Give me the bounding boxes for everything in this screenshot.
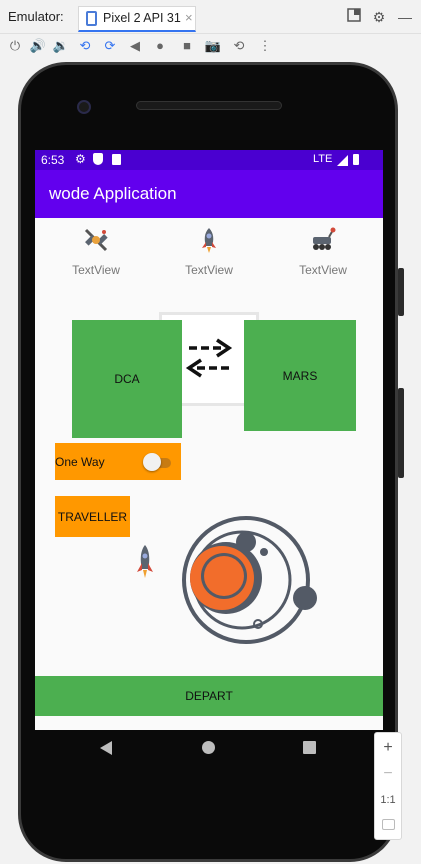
small-rocket-icon [137, 545, 153, 578]
earpiece-speaker [136, 101, 282, 110]
power-side-button [398, 268, 404, 316]
snapshot-icon[interactable]: ⟲ [230, 37, 248, 55]
textview-label: TextView [185, 263, 233, 277]
one-way-switch[interactable]: One Way [55, 443, 181, 480]
back-icon[interactable]: ◀ [126, 37, 144, 55]
app-bar: wode Application [35, 170, 383, 218]
textview-rocket: TextView [169, 226, 249, 277]
phone-icon [86, 11, 97, 26]
overview-icon[interactable]: ■ [178, 37, 196, 55]
window-mode-icon[interactable] [345, 8, 363, 26]
textview-label: TextView [72, 263, 120, 277]
volume-down-icon[interactable]: 🔉 [52, 37, 70, 55]
tab-label: Pixel 2 API 31 [103, 11, 181, 25]
traveller-button[interactable]: TRAVELLER [55, 496, 130, 537]
zoom-panel: + − 1:1 [374, 732, 402, 840]
device-screen: 6:53 ⚙ LTE wode Application TextView Tex… [35, 150, 383, 730]
power-icon[interactable]: ⏻ [6, 37, 24, 55]
status-bar: 6:53 ⚙ LTE [35, 150, 383, 170]
textview-satellite: TextView [56, 226, 136, 277]
emulator-title: Emulator: [8, 9, 64, 24]
nav-back-icon[interactable] [99, 740, 113, 756]
rotate-left-icon[interactable]: ⟲ [76, 37, 94, 55]
network-type: LTE [313, 153, 333, 165]
battery-icon [353, 154, 359, 165]
emulator-titlebar: Emulator: Pixel 2 API 31 × ⚙ — [0, 0, 421, 34]
textview-rover: TextView [283, 226, 363, 277]
nav-overview-icon[interactable] [303, 741, 316, 754]
zoom-in-button[interactable]: + [375, 735, 401, 761]
actual-size-button[interactable]: 1:1 [375, 787, 401, 813]
nav-home-icon[interactable] [202, 741, 215, 754]
satellite-icon [84, 228, 108, 252]
screenshot-icon[interactable]: 📷 [204, 37, 222, 55]
more-icon[interactable]: ⋮ [256, 37, 274, 55]
app-title: wode Application [49, 184, 177, 203]
emulator-toolbar: ⏻ 🔊 🔉 ⟲ ⟳ ◀ ● ■ 📷 ⟲ ⋮ [0, 34, 421, 58]
textview-label: TextView [299, 263, 347, 277]
shield-icon [93, 153, 103, 165]
volume-side-button [398, 388, 404, 478]
swap-arrows-icon[interactable] [185, 336, 235, 380]
settings-status-icon: ⚙ [75, 152, 86, 166]
android-nav-bar [35, 730, 383, 770]
settings-gear-icon[interactable]: ⚙ [370, 8, 388, 26]
destination-box[interactable]: MARS [244, 320, 356, 431]
minimize-icon[interactable]: — [396, 8, 414, 26]
home-icon[interactable]: ● [151, 37, 169, 55]
tab-pixel-2[interactable]: Pixel 2 API 31 × [78, 6, 196, 32]
rotate-right-icon[interactable]: ⟳ [101, 37, 119, 55]
one-way-label: One Way [55, 455, 105, 469]
front-camera-icon [77, 100, 91, 114]
status-time: 6:53 [41, 153, 65, 167]
volume-up-icon[interactable]: 🔊 [29, 37, 47, 55]
signal-icon [337, 155, 348, 166]
switch-thumb[interactable] [143, 453, 161, 471]
fit-screen-icon[interactable] [382, 819, 395, 830]
sim-card-icon [112, 154, 121, 165]
zoom-out-button[interactable]: − [375, 761, 401, 787]
rover-icon [313, 227, 336, 250]
origin-box[interactable]: DCA [72, 320, 182, 438]
tab-close-icon[interactable]: × [185, 10, 193, 25]
depart-button[interactable]: DEPART [35, 676, 383, 716]
solar-system-icon [182, 516, 317, 644]
rocket-icon [202, 228, 216, 253]
